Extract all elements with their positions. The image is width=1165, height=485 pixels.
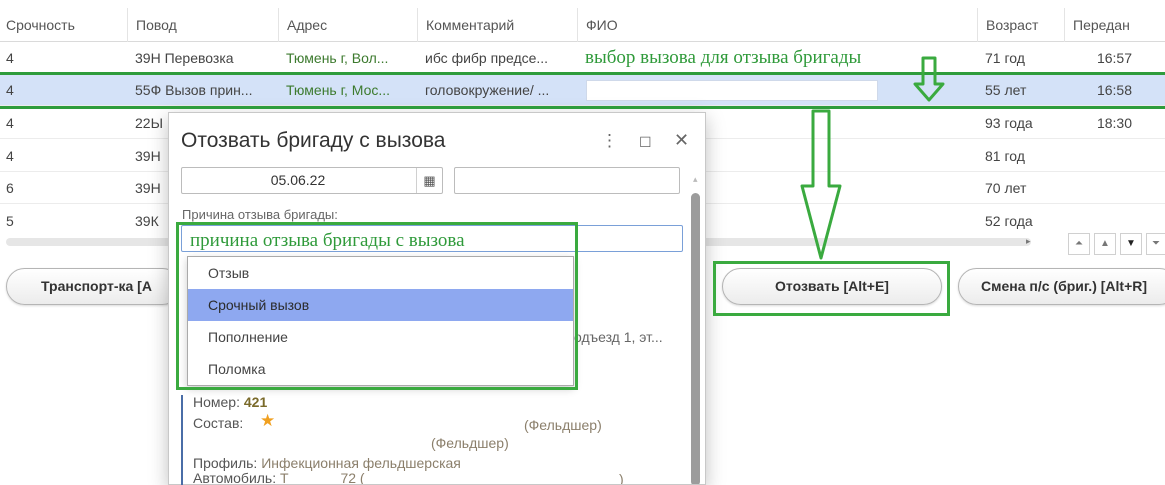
down-arrow-small-icon: [913, 56, 945, 102]
annotation-arrows: [800, 56, 945, 260]
down-arrow-large-icon: [800, 109, 842, 260]
